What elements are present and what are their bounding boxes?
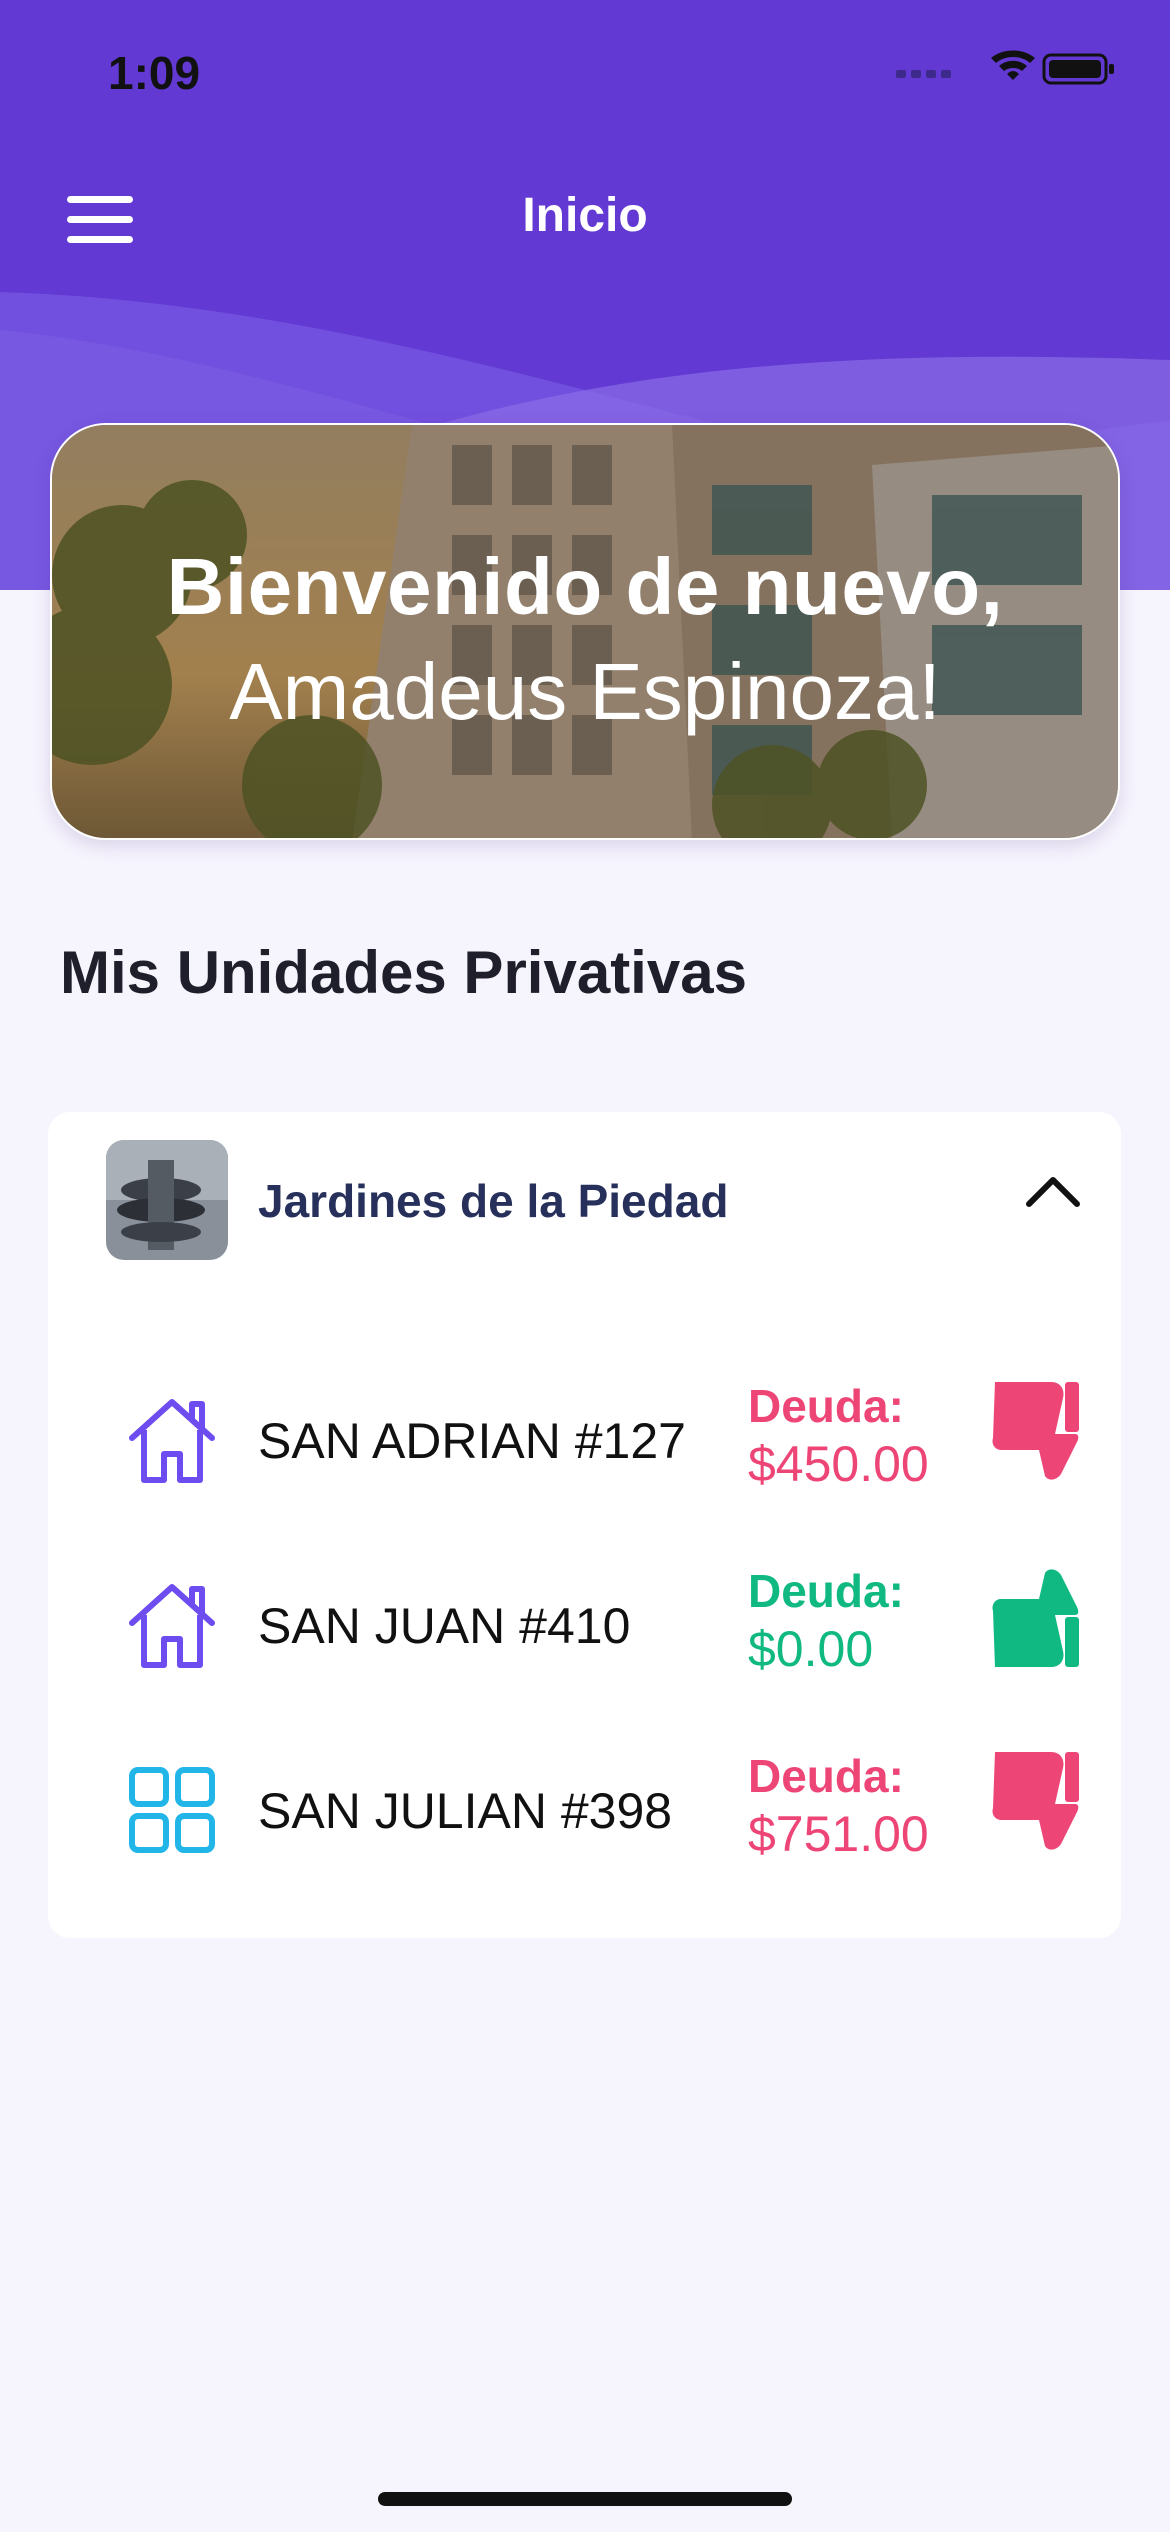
battery-icon: [1042, 53, 1114, 85]
debt-label: Deuda:: [748, 1380, 904, 1432]
grid-icon: [129, 1767, 215, 1853]
house-icon: [129, 1584, 215, 1668]
page-title: Inicio: [522, 189, 648, 242]
debt-amount: $751.00: [748, 1806, 929, 1862]
unit-name: SAN JUAN #410: [258, 1598, 631, 1654]
collapse-button[interactable]: [1023, 1172, 1083, 1212]
cellular-signal-icon: [896, 70, 951, 78]
units-card: Jardines de la Piedad SAN ADRIAN #127 De…: [48, 1112, 1121, 1938]
welcome-greeting: Bienvenido de nuevo,: [166, 542, 1004, 631]
thumbs-down-icon: [992, 1382, 1079, 1480]
status-icons: [896, 50, 1116, 100]
house-icon: [129, 1399, 215, 1483]
group-thumbnail: [106, 1140, 228, 1260]
status-time: 1:09: [108, 47, 201, 99]
home-indicator[interactable]: [378, 2492, 792, 2506]
welcome-user-name: Amadeus Espinoza!: [229, 647, 941, 736]
unit-row[interactable]: SAN ADRIAN #127 Deuda: $450.00: [48, 1370, 1121, 1530]
debt-label: Deuda:: [748, 1565, 904, 1617]
debt-amount: $0.00: [748, 1621, 874, 1677]
chevron-up-icon: [1026, 1177, 1080, 1207]
group-header[interactable]: Jardines de la Piedad: [48, 1112, 1121, 1312]
group-name: Jardines de la Piedad: [258, 1175, 729, 1227]
top-nav: Inicio: [0, 170, 1170, 270]
debt-label: Deuda:: [748, 1750, 904, 1802]
debt-amount: $450.00: [748, 1436, 929, 1492]
thumbs-down-icon: [992, 1752, 1079, 1850]
unit-debt: Deuda: $751.00: [748, 1748, 929, 1864]
unit-name: SAN JULIAN #398: [258, 1783, 673, 1839]
unit-name: SAN ADRIAN #127: [258, 1413, 686, 1469]
thumbs-up-icon: [992, 1569, 1079, 1667]
unit-row[interactable]: SAN JUAN #410 Deuda: $0.00: [48, 1555, 1121, 1715]
unit-debt: Deuda: $450.00: [748, 1378, 929, 1494]
unit-row[interactable]: SAN JULIAN #398 Deuda: $751.00: [48, 1740, 1121, 1900]
wifi-icon: [991, 50, 1035, 80]
unit-debt: Deuda: $0.00: [748, 1563, 904, 1679]
welcome-banner: Bienvenido de nuevo, Amadeus Espinoza!: [50, 423, 1120, 840]
welcome-text: Bienvenido de nuevo, Amadeus Espinoza!: [52, 537, 1118, 747]
status-bar: 1:09: [0, 0, 1170, 150]
section-title: Mis Unidades Privativas: [60, 939, 747, 1006]
